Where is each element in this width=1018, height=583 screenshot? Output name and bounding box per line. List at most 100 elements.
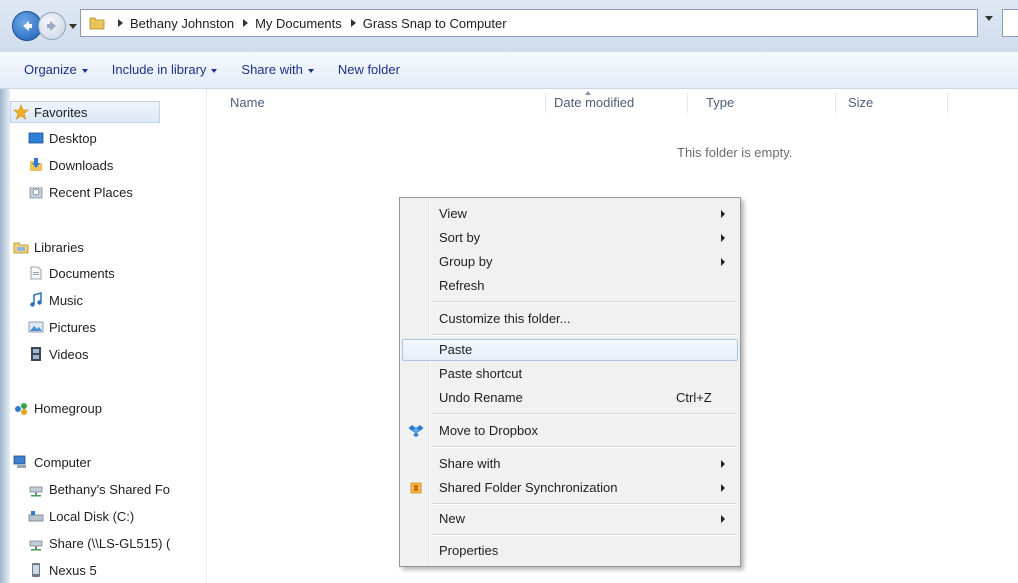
sidebar-item-label: Share (\\LS-GL515) ( <box>49 535 171 551</box>
sidebar-item-pictures[interactable]: Pictures <box>28 316 96 338</box>
menu-item-refresh[interactable]: Refresh <box>402 275 738 297</box>
column-header-type[interactable]: Type <box>706 95 734 110</box>
sidebar-item-label: Pictures <box>49 319 96 335</box>
arrow-right-icon <box>47 21 56 31</box>
recent-places-icon <box>29 187 43 199</box>
homegroup-icon <box>15 403 27 415</box>
organize-button[interactable]: Organize <box>14 57 98 83</box>
sidebar-item-favorites[interactable]: Favorites <box>10 101 160 123</box>
videos-icon <box>31 347 41 361</box>
submenu-arrow-icon <box>721 210 725 218</box>
column-header-name[interactable]: Name <box>230 95 265 110</box>
computer-icon <box>13 455 26 468</box>
menu-item-undo-rename[interactable]: Undo Rename Ctrl+Z <box>402 387 738 409</box>
menu-item-label: Paste <box>439 342 473 357</box>
menu-item-move-to-dropbox[interactable]: Move to Dropbox <box>402 420 738 442</box>
column-divider[interactable] <box>545 93 546 113</box>
empty-folder-message: This folder is empty. <box>677 145 793 160</box>
menu-item-customize-folder[interactable]: Customize this folder... <box>402 308 738 330</box>
chevron-right-icon[interactable] <box>243 19 249 27</box>
share-with-button[interactable]: Share with <box>231 57 323 83</box>
column-divider[interactable] <box>947 93 948 113</box>
sidebar-item-local-disk[interactable]: Local Disk (C:) <box>28 505 134 527</box>
column-divider[interactable] <box>687 93 688 113</box>
sidebar-item-label: Favorites <box>34 104 88 120</box>
sidebar-item-label: Nexus 5 <box>49 562 97 578</box>
forward-button[interactable] <box>38 12 66 40</box>
documents-icon <box>30 266 42 280</box>
sidebar-item-label: Videos <box>49 346 89 362</box>
menu-item-label: Paste shortcut <box>439 366 523 381</box>
sidebar-item-documents[interactable]: Documents <box>28 262 115 284</box>
menu-item-label: Shared Folder Synchronization <box>439 480 618 495</box>
caret-down-icon <box>211 68 218 73</box>
menu-item-sort-by[interactable]: Sort by <box>402 227 738 249</box>
command-bar: Organize Include in library Share with N… <box>0 52 1018 89</box>
network-drive-icon <box>29 486 43 497</box>
sidebar-item-label: Local Disk (C:) <box>49 508 135 524</box>
menu-item-new[interactable]: New <box>402 508 738 530</box>
folder-icon <box>89 17 105 30</box>
include-in-library-button[interactable]: Include in library <box>102 57 228 83</box>
sidebar-item-label: Downloads <box>49 157 114 173</box>
dropbox-icon <box>408 425 424 437</box>
sidebar-item-videos[interactable]: Videos <box>28 343 89 365</box>
sidebar-item-nexus[interactable]: Nexus 5 <box>28 559 97 581</box>
menu-item-paste[interactable]: Paste <box>402 339 738 361</box>
sidebar-item-share[interactable]: Share (\\LS-GL515) ( <box>28 532 170 554</box>
pictures-icon <box>28 321 44 333</box>
sidebar-item-desktop[interactable]: Desktop <box>28 127 97 149</box>
sidebar-item-label: Bethany's Shared Fo <box>49 481 170 497</box>
menu-item-label: Share with <box>439 456 501 471</box>
sidebar-item-label: Computer <box>34 454 92 470</box>
address-bar[interactable]: Bethany Johnston My Documents Grass Snap… <box>80 9 978 37</box>
submenu-arrow-icon <box>721 484 725 492</box>
sync-icon <box>410 482 422 494</box>
sidebar-item-shared-folder[interactable]: Bethany's Shared Fo <box>28 478 170 500</box>
libraries-icon <box>13 242 29 254</box>
menu-item-view[interactable]: View <box>402 203 738 225</box>
chevron-right-icon[interactable] <box>350 19 356 27</box>
menu-separator <box>432 534 736 536</box>
sidebar-item-music[interactable]: Music <box>28 289 83 311</box>
chevron-right-icon[interactable] <box>118 19 123 27</box>
window-edge <box>0 89 10 583</box>
breadcrumb-item-current-folder[interactable]: Grass Snap to Computer <box>363 16 507 31</box>
column-divider[interactable] <box>835 93 836 113</box>
menu-item-label: Sort by <box>439 230 481 245</box>
menu-item-label: Customize this folder... <box>439 311 571 326</box>
menu-item-paste-shortcut[interactable]: Paste shortcut <box>402 363 738 385</box>
sidebar-item-libraries[interactable]: Libraries <box>10 236 84 258</box>
menu-item-label: Properties <box>439 543 499 558</box>
menu-item-label: New <box>439 511 466 526</box>
menu-item-shared-folder-sync[interactable]: Shared Folder Synchronization <box>402 477 738 499</box>
menu-item-label: Group by <box>439 254 493 269</box>
sidebar-item-label: Homegroup <box>34 400 102 416</box>
column-header-date-modified[interactable]: Date modified <box>554 95 634 110</box>
menu-item-share-with[interactable]: Share with <box>402 453 738 475</box>
sidebar-item-homegroup[interactable]: Homegroup <box>10 397 102 419</box>
menu-item-properties[interactable]: Properties <box>402 540 738 562</box>
column-header-size[interactable]: Size <box>848 95 873 110</box>
sidebar-item-label: Music <box>49 292 83 308</box>
caret-down-icon <box>307 68 314 73</box>
menu-item-label: Undo Rename <box>439 390 523 405</box>
network-drive-icon <box>29 540 43 551</box>
breadcrumb-item-user[interactable]: Bethany Johnston <box>130 16 234 31</box>
breadcrumb-item-my-documents[interactable]: My Documents <box>255 16 342 31</box>
sidebar-item-downloads[interactable]: Downloads <box>28 154 113 176</box>
address-dropdown-icon[interactable] <box>984 15 994 23</box>
sidebar-item-computer[interactable]: Computer <box>10 451 91 473</box>
recent-pages-dropdown-icon[interactable] <box>68 21 78 31</box>
refresh-button[interactable] <box>1002 9 1018 37</box>
sidebar-item-recent-places[interactable]: Recent Places <box>28 181 133 203</box>
sidebar-item-label: Documents <box>49 265 115 281</box>
menu-item-group-by[interactable]: Group by <box>402 251 738 273</box>
submenu-arrow-icon <box>721 234 725 242</box>
submenu-arrow-icon <box>721 460 725 468</box>
arrow-left-icon <box>23 21 32 31</box>
menu-separator <box>432 413 736 415</box>
new-folder-button[interactable]: New folder <box>328 57 410 83</box>
address-strip: Bethany Johnston My Documents Grass Snap… <box>0 0 1018 52</box>
share-with-label: Share with <box>241 62 303 77</box>
